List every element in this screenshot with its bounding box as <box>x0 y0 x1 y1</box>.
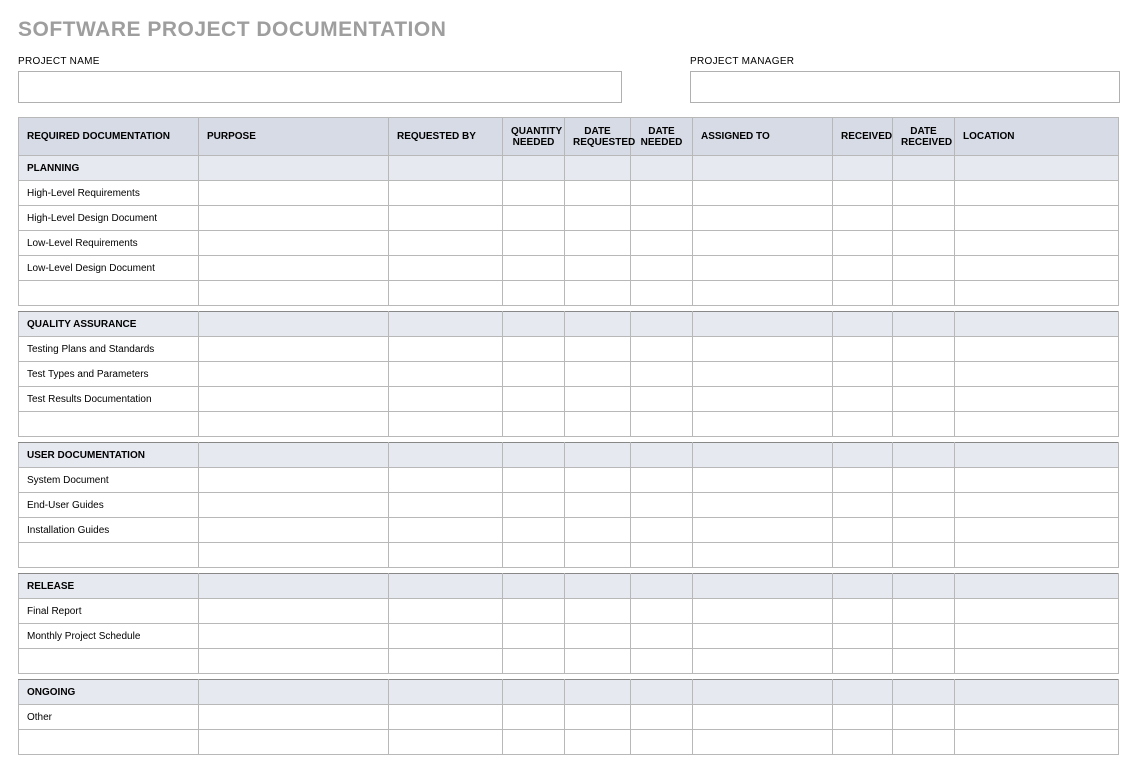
table-row <box>19 543 1119 568</box>
page-title: SOFTWARE PROJECT DOCUMENTATION <box>18 18 1118 42</box>
col-date-received: DATE RECEIVED <box>893 118 955 156</box>
doc-name-cell[interactable]: High-Level Design Document <box>19 206 199 231</box>
doc-name-cell[interactable]: Installation Guides <box>19 518 199 543</box>
section-ongoing: ONGOING <box>19 680 1119 705</box>
doc-name-cell[interactable] <box>19 543 199 568</box>
table-row: Final Report <box>19 599 1119 624</box>
section-heading: QUALITY ASSURANCE <box>19 312 199 337</box>
col-quantity-needed: QUANTITY NEEDED <box>503 118 565 156</box>
section-heading: RELEASE <box>19 574 199 599</box>
project-name-input[interactable] <box>18 71 622 103</box>
project-name-label: PROJECT NAME <box>18 56 622 67</box>
col-requested-by: REQUESTED BY <box>389 118 503 156</box>
table-row: System Document <box>19 468 1119 493</box>
table-row: Test Types and Parameters <box>19 362 1119 387</box>
table-row <box>19 649 1119 674</box>
doc-name-cell[interactable]: Monthly Project Schedule <box>19 624 199 649</box>
col-assigned-to: ASSIGNED TO <box>693 118 833 156</box>
project-manager-label: PROJECT MANAGER <box>690 56 1120 67</box>
col-date-needed: DATE NEEDED <box>631 118 693 156</box>
project-manager-input[interactable] <box>690 71 1120 103</box>
doc-name-cell[interactable]: Low-Level Requirements <box>19 231 199 256</box>
section-user-documentation: USER DOCUMENTATION <box>19 443 1119 468</box>
project-name-field: PROJECT NAME <box>18 56 622 103</box>
col-purpose: PURPOSE <box>199 118 389 156</box>
table-row: Monthly Project Schedule <box>19 624 1119 649</box>
doc-name-cell[interactable] <box>19 281 199 306</box>
table-row <box>19 730 1119 755</box>
table-row: Low-Level Requirements <box>19 231 1119 256</box>
doc-name-cell[interactable] <box>19 412 199 437</box>
doc-name-cell[interactable]: Test Types and Parameters <box>19 362 199 387</box>
col-required-doc: REQUIRED DOCUMENTATION <box>19 118 199 156</box>
table-row: Low-Level Design Document <box>19 256 1119 281</box>
doc-name-cell[interactable] <box>19 730 199 755</box>
table-header-row: REQUIRED DOCUMENTATION PURPOSE REQUESTED… <box>19 118 1119 156</box>
col-date-requested: DATE REQUESTED <box>565 118 631 156</box>
doc-name-cell[interactable]: High-Level Requirements <box>19 181 199 206</box>
section-release: RELEASE <box>19 574 1119 599</box>
table-row <box>19 412 1119 437</box>
doc-name-cell[interactable]: Test Results Documentation <box>19 387 199 412</box>
table-row: Installation Guides <box>19 518 1119 543</box>
documentation-table: REQUIRED DOCUMENTATION PURPOSE REQUESTED… <box>18 117 1119 755</box>
doc-name-cell[interactable]: Other <box>19 705 199 730</box>
meta-row: PROJECT NAME PROJECT MANAGER <box>18 56 1118 103</box>
section-heading: USER DOCUMENTATION <box>19 443 199 468</box>
doc-name-cell[interactable]: End-User Guides <box>19 493 199 518</box>
table-row: Test Results Documentation <box>19 387 1119 412</box>
project-manager-field: PROJECT MANAGER <box>690 56 1120 103</box>
col-location: LOCATION <box>955 118 1119 156</box>
doc-name-cell[interactable]: Testing Plans and Standards <box>19 337 199 362</box>
table-row: High-Level Design Document <box>19 206 1119 231</box>
table-row <box>19 281 1119 306</box>
table-row: Other <box>19 705 1119 730</box>
section-heading: ONGOING <box>19 680 199 705</box>
section-heading: PLANNING <box>19 156 199 181</box>
section-planning: PLANNING <box>19 156 1119 181</box>
doc-name-cell[interactable]: System Document <box>19 468 199 493</box>
doc-name-cell[interactable]: Low-Level Design Document <box>19 256 199 281</box>
doc-name-cell[interactable]: Final Report <box>19 599 199 624</box>
table-row: Testing Plans and Standards <box>19 337 1119 362</box>
col-received: RECEIVED <box>833 118 893 156</box>
section-quality-assurance: QUALITY ASSURANCE <box>19 312 1119 337</box>
doc-name-cell[interactable] <box>19 649 199 674</box>
table-row: End-User Guides <box>19 493 1119 518</box>
table-row: High-Level Requirements <box>19 181 1119 206</box>
